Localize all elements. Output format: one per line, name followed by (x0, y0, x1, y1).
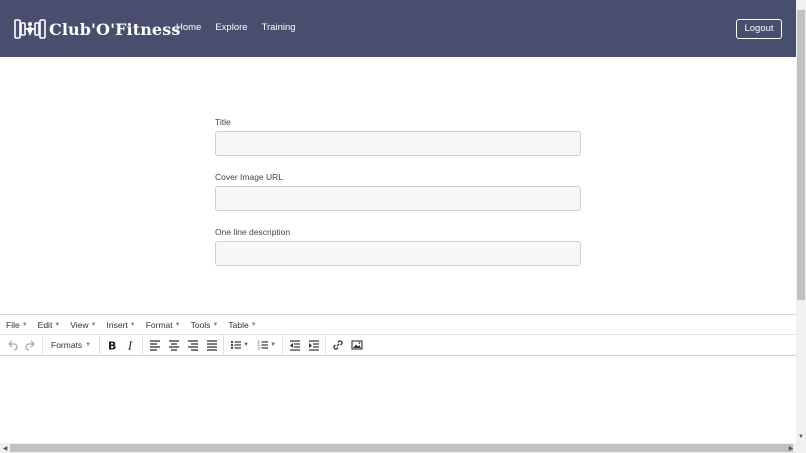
scroll-down-arrow-icon[interactable]: ▼ (796, 432, 806, 442)
insert-image-button[interactable] (347, 336, 366, 355)
insert-link-button[interactable] (328, 336, 347, 355)
svg-text:I: I (127, 340, 133, 352)
menu-tools-label: Tools (190, 319, 211, 330)
chevron-down-icon: ▼ (174, 321, 181, 328)
rich-text-editor: File ▼ Edit ▼ View ▼ Insert ▼ Format ▼ Tools ▼… (0, 314, 796, 453)
chevron-down-icon[interactable]: ▼ (270, 342, 276, 348)
image-icon (350, 340, 363, 350)
nav-link-training[interactable]: Training (262, 22, 296, 33)
chevron-down-icon[interactable]: ▼ (243, 342, 249, 348)
menu-file[interactable]: File ▼ (6, 320, 28, 330)
svg-text:B: B (108, 340, 116, 352)
align-left-icon (149, 340, 160, 351)
align-right-icon (187, 340, 198, 351)
chevron-down-icon: ▼ (212, 321, 219, 328)
navbar: Club'O'Fitness Home Explore Training Log… (0, 0, 796, 57)
menu-edit-label: Edit (37, 319, 53, 330)
chevron-down-icon: ▼ (129, 321, 136, 328)
history-group (0, 334, 43, 356)
list-group: ▼ 123 ▼ (224, 334, 284, 356)
alignment-group (143, 334, 225, 356)
italic-icon: I (127, 340, 133, 352)
svg-text:3: 3 (257, 346, 259, 350)
scroll-left-arrow-icon[interactable]: ◀ (0, 443, 10, 453)
menu-insert[interactable]: Insert ▼ (107, 320, 136, 330)
scroll-right-arrow-icon[interactable]: ▶ (786, 443, 796, 453)
align-center-button[interactable] (164, 336, 183, 355)
nav-link-explore[interactable]: Explore (215, 22, 247, 33)
menu-tools[interactable]: Tools ▼ (191, 320, 219, 330)
editor-menubar: File ▼ Edit ▼ View ▼ Insert ▼ Format ▼ Tools ▼… (0, 315, 796, 335)
title-input[interactable] (215, 131, 581, 156)
menu-format-label: Format (145, 319, 173, 330)
vertical-scrollbar-thumb[interactable] (797, 10, 805, 300)
chevron-down-icon: ▼ (85, 342, 92, 348)
redo-button[interactable] (21, 336, 40, 355)
description-field-group: One line description (215, 227, 581, 266)
cover-image-url-label: Cover Image URL (215, 172, 284, 182)
editor-toolbar: Formats ▼ B I ▼ 1 2 3 ▼ (0, 334, 796, 356)
bullet-list-icon (230, 340, 241, 350)
link-icon (332, 340, 343, 350)
chevron-down-icon: ▼ (54, 321, 61, 328)
align-center-icon (168, 340, 179, 351)
align-justify-icon (206, 340, 217, 351)
cover-field-group: Cover Image URL (215, 172, 581, 211)
description-label: One line description (215, 227, 291, 237)
numbered-list-icon: 123 (257, 340, 268, 350)
title-label: Title (215, 117, 231, 127)
insert-group (326, 335, 368, 356)
logout-button[interactable]: Logout (736, 19, 782, 39)
menu-file-label: File (6, 319, 20, 330)
nav-links: Home Explore Training (176, 22, 296, 33)
align-right-button[interactable] (183, 336, 202, 355)
menu-table[interactable]: Table ▼ (228, 320, 256, 330)
align-justify-button[interactable] (202, 336, 221, 355)
dumbbell-logo-icon (13, 16, 47, 42)
editor-content-area[interactable] (0, 356, 796, 444)
menu-table-label: Table (228, 319, 249, 330)
formats-group: Formats ▼ (43, 334, 101, 356)
description-input[interactable] (215, 241, 581, 266)
indent-button[interactable] (304, 336, 323, 355)
brand[interactable]: Club'O'Fitness (13, 16, 180, 42)
redo-icon (24, 340, 34, 351)
align-left-button[interactable] (145, 336, 164, 355)
nav-link-home[interactable]: Home (176, 22, 201, 33)
formats-dropdown[interactable]: Formats ▼ (45, 336, 97, 355)
chevron-down-icon: ▼ (90, 321, 97, 328)
horizontal-scrollbar-thumb[interactable] (10, 444, 793, 452)
indent-group (283, 334, 327, 356)
page: Club'O'Fitness Home Explore Training Log… (0, 0, 806, 453)
bold-icon: B (108, 340, 116, 352)
menu-format[interactable]: Format ▼ (146, 320, 181, 330)
chevron-down-icon: ▼ (21, 321, 28, 328)
italic-button[interactable]: I (121, 336, 140, 355)
cover-image-url-input[interactable] (215, 186, 581, 211)
title-field-group: Title (215, 117, 581, 156)
text-style-group: B I (100, 334, 144, 356)
brand-name: Club'O'Fitness (49, 19, 181, 39)
indent-icon (308, 340, 319, 351)
menu-view[interactable]: View ▼ (70, 320, 96, 330)
formats-label: Formats (51, 340, 83, 350)
article-form: Title Cover Image URL One line descripti… (215, 117, 581, 282)
chevron-down-icon: ▼ (250, 321, 257, 328)
undo-icon (8, 340, 18, 351)
vertical-scrollbar[interactable]: ▼ (796, 0, 806, 443)
bold-button[interactable]: B (102, 336, 121, 355)
horizontal-scrollbar[interactable]: ◀ ▶ (0, 443, 806, 453)
menu-edit[interactable]: Edit ▼ (38, 320, 61, 330)
undo-button[interactable] (2, 336, 21, 355)
menu-view-label: View (70, 319, 89, 330)
outdent-button[interactable] (285, 336, 304, 355)
outdent-icon (289, 340, 300, 351)
menu-insert-label: Insert (106, 319, 128, 330)
